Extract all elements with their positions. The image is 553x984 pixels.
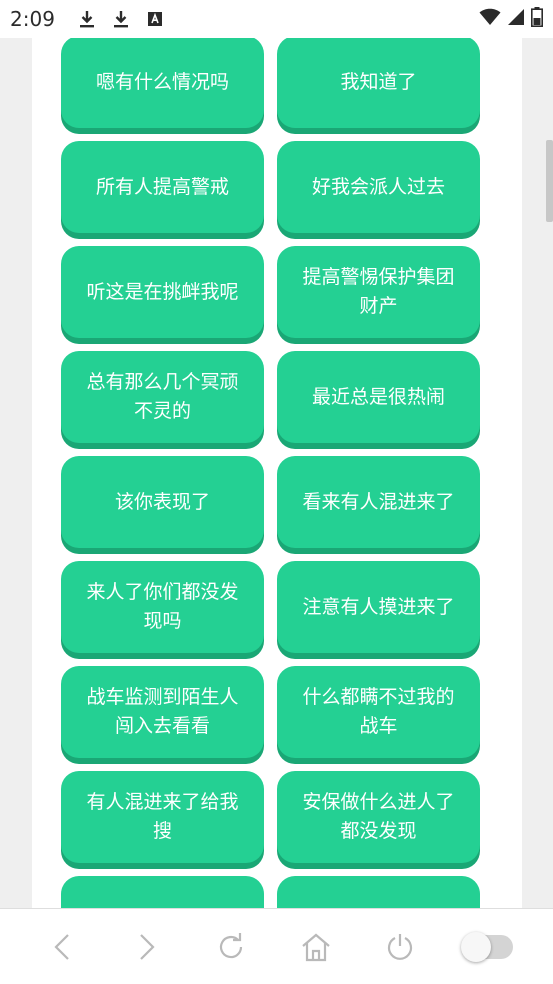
status-bar: 2:09	[0, 0, 553, 38]
home-icon[interactable]	[294, 925, 338, 969]
download-icon	[77, 9, 97, 29]
download-icon	[111, 9, 131, 29]
back-icon[interactable]	[40, 925, 84, 969]
phrase-button[interactable]: 提高警惕保护集团财产	[277, 246, 480, 338]
phrase-button[interactable]: 我知道了	[277, 38, 480, 128]
text-app-icon	[145, 9, 165, 29]
browser-nav-bar	[0, 908, 553, 984]
status-time: 2:09	[10, 7, 55, 31]
wifi-icon	[479, 8, 501, 30]
power-icon[interactable]	[378, 925, 422, 969]
toggle-knob	[460, 931, 491, 962]
phrase-button[interactable]: 安保做什么进人了都没发现	[277, 771, 480, 863]
phrase-button[interactable]: 所有人提高警戒	[61, 141, 264, 233]
signal-icon	[507, 8, 525, 30]
phrase-button[interactable]: 嗯有什么情况吗	[61, 38, 264, 128]
phrase-button[interactable]: 战车监测到陌生人闯入去看看	[61, 666, 264, 758]
phrase-button[interactable]: 该你表现了	[61, 456, 264, 548]
phrase-button[interactable]: 好我会派人过去	[277, 141, 480, 233]
phrase-grid: 嗯有什么情况吗 我知道了 所有人提高警戒 好我会派人过去 听这是在挑衅我呢 提高警惕保护集…	[61, 38, 481, 908]
phrase-button[interactable]: 最近总是很热闹	[277, 351, 480, 443]
forward-icon[interactable]	[125, 925, 169, 969]
phrase-button[interactable]: 看来有人混进来了	[277, 456, 480, 548]
scrollbar[interactable]	[546, 140, 553, 222]
phrase-button[interactable]: 有人混进来了给我搜	[61, 771, 264, 863]
phrase-button[interactable]: 注意有人摸进来了	[277, 561, 480, 653]
phrase-page[interactable]: 嗯有什么情况吗 我知道了 所有人提高警戒 好我会派人过去 听这是在挑衅我呢 提高警惕保护集…	[32, 38, 522, 908]
phrase-button[interactable]: 封锁区域我们来客	[277, 876, 480, 908]
phrase-button[interactable]: 什么都瞒不过我的战车	[277, 666, 480, 758]
battery-icon	[531, 7, 543, 31]
phrase-button[interactable]: 来人了你们都没发现吗	[61, 561, 264, 653]
refresh-icon[interactable]	[209, 925, 253, 969]
phrase-button[interactable]: 总有那么几个冥顽不灵的	[61, 351, 264, 443]
phrase-button[interactable]: 听这是在挑衅我呢	[61, 246, 264, 338]
phrase-button[interactable]: 我先提醒一下你们	[61, 876, 264, 908]
toggle-switch[interactable]	[460, 931, 513, 962]
